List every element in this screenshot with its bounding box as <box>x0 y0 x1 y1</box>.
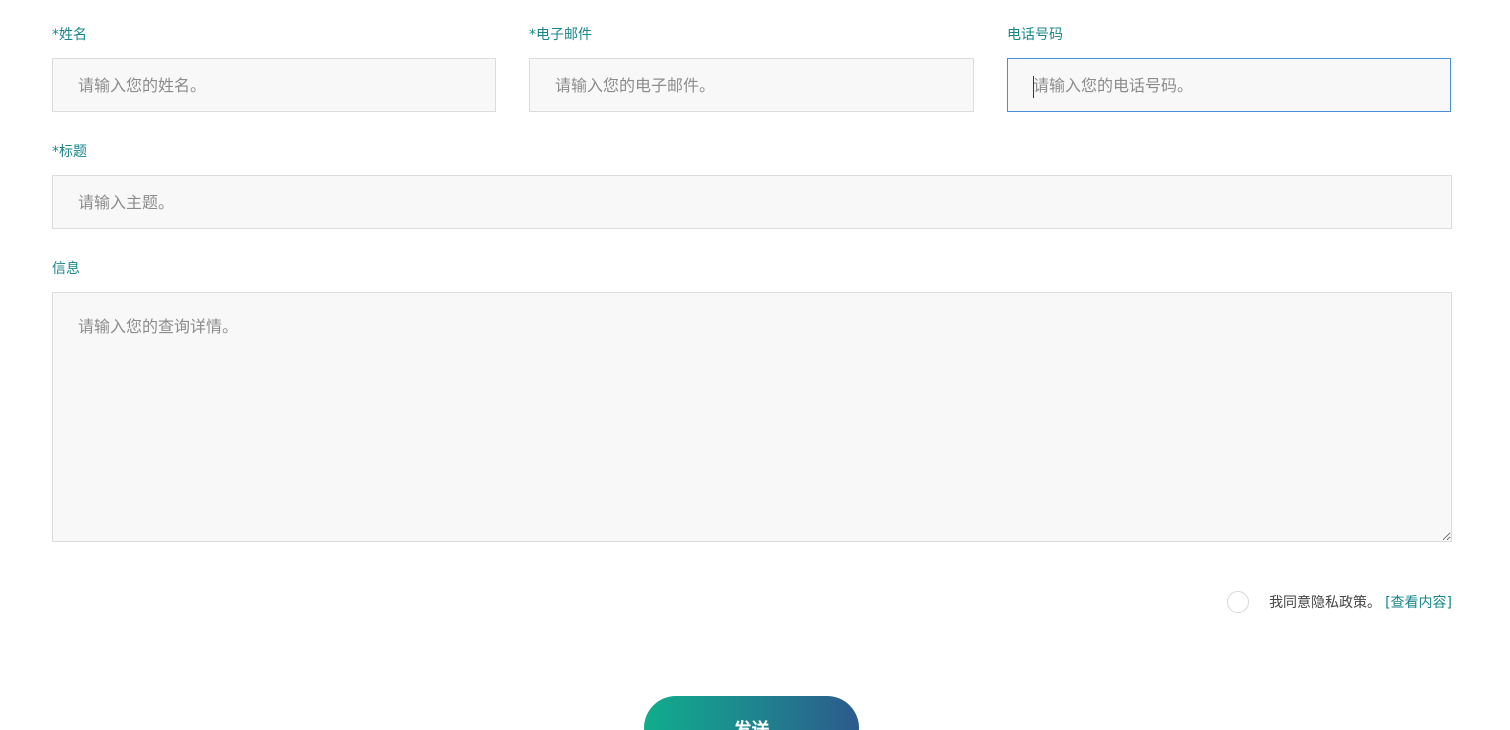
name-input[interactable] <box>52 58 496 112</box>
subject-label: *标题 <box>52 144 87 160</box>
message-label: 信息 <box>52 261 80 277</box>
email-label: *电子邮件 <box>529 27 592 43</box>
privacy-policy-link[interactable]: [查看内容] <box>1385 592 1452 612</box>
privacy-consent-text: 我同意隐私政策。 <box>1269 595 1382 611</box>
text-caret <box>1033 76 1034 98</box>
privacy-consent: 我同意隐私政策。 [查看内容] <box>1227 590 1452 614</box>
phone-label: 电话号码 <box>1007 27 1063 43</box>
name-label: *姓名 <box>52 27 87 43</box>
contact-form: *姓名 *电子邮件 电话号码 *标题 信息 我同意隐私政策。 [查看内容] 发送 <box>0 0 1510 730</box>
subject-input[interactable] <box>52 175 1452 229</box>
submit-button[interactable]: 发送 <box>644 696 859 730</box>
privacy-consent-radio[interactable] <box>1227 591 1250 613</box>
phone-input[interactable] <box>1007 58 1451 112</box>
email-input[interactable] <box>529 58 974 112</box>
message-textarea[interactable] <box>52 292 1452 542</box>
